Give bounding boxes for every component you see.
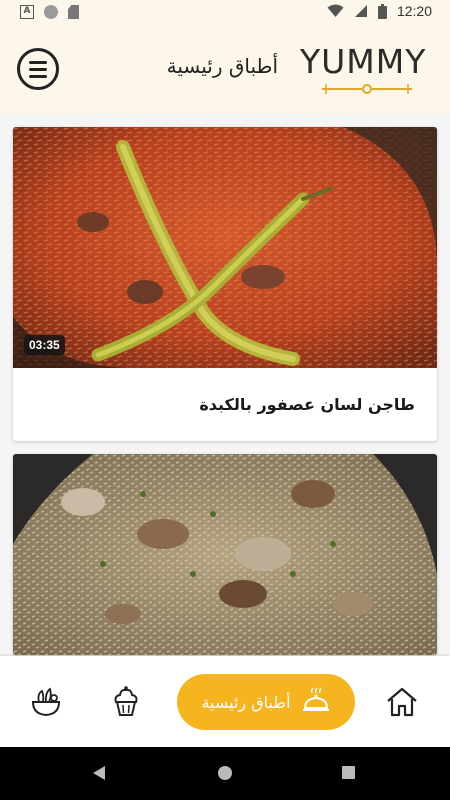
recipe-card[interactable]: 03:35 طاجن لسان عصفور بالكبدة [13, 127, 437, 441]
status-bar: A 12:20 [0, 0, 450, 26]
app-notification-icon: A [20, 5, 34, 19]
back-icon[interactable] [93, 766, 105, 780]
card-caption[interactable]: طاجن لسان عصفور بالكبدة [13, 368, 437, 441]
logo-wordmark: YUMMY [300, 42, 427, 81]
nav-home[interactable] [384, 684, 420, 720]
cupcake-icon [114, 686, 138, 716]
mushroom-risotto-image [13, 454, 437, 655]
menu-line-icon [29, 74, 47, 78]
system-icons: 12:20 [327, 3, 432, 19]
recipe-feed[interactable]: 03:35 طاجن لسان عصفور بالكبدة [13, 127, 437, 668]
recipe-thumbnail[interactable]: 03:35 [13, 127, 437, 368]
battery-icon [377, 3, 387, 19]
serving-dish-icon [302, 687, 329, 711]
nav-salads[interactable] [28, 684, 64, 720]
page-title: أطباق رئيسية [166, 54, 278, 78]
recent-apps-icon[interactable] [342, 766, 355, 779]
signal-icon [354, 5, 367, 17]
menu-button[interactable] [17, 48, 59, 90]
app-header: أطباق رئيسية YUMMY [0, 26, 450, 114]
menu-line-icon [29, 60, 47, 64]
notification-icons: A [20, 5, 79, 19]
clock: 12:20 [396, 3, 432, 19]
recipe-card[interactable] [13, 454, 437, 655]
recipe-title[interactable]: طاجن لسان عصفور بالكبدة [199, 395, 415, 414]
nav-main-dishes-label: أطباق رئيسية [201, 692, 291, 712]
rice-dish-image [13, 127, 437, 368]
logo-underline-icon [322, 84, 412, 94]
home-icon [387, 687, 417, 717]
menu-line-icon [29, 67, 47, 71]
recipe-thumbnail[interactable] [13, 454, 437, 655]
home-circle-icon[interactable] [218, 766, 232, 780]
wifi-icon [327, 4, 344, 17]
bottom-navigation: أطباق رئيسية [0, 656, 450, 747]
nav-desserts[interactable] [108, 684, 144, 720]
video-duration-badge: 03:35 [24, 335, 65, 355]
app-logo: YUMMY [300, 42, 434, 98]
salad-bowl-icon [31, 687, 61, 717]
system-navigation-bar [0, 747, 450, 800]
sd-card-icon [68, 5, 79, 19]
sync-notification-icon [44, 5, 58, 19]
nav-main-dishes[interactable]: أطباق رئيسية [177, 674, 355, 730]
